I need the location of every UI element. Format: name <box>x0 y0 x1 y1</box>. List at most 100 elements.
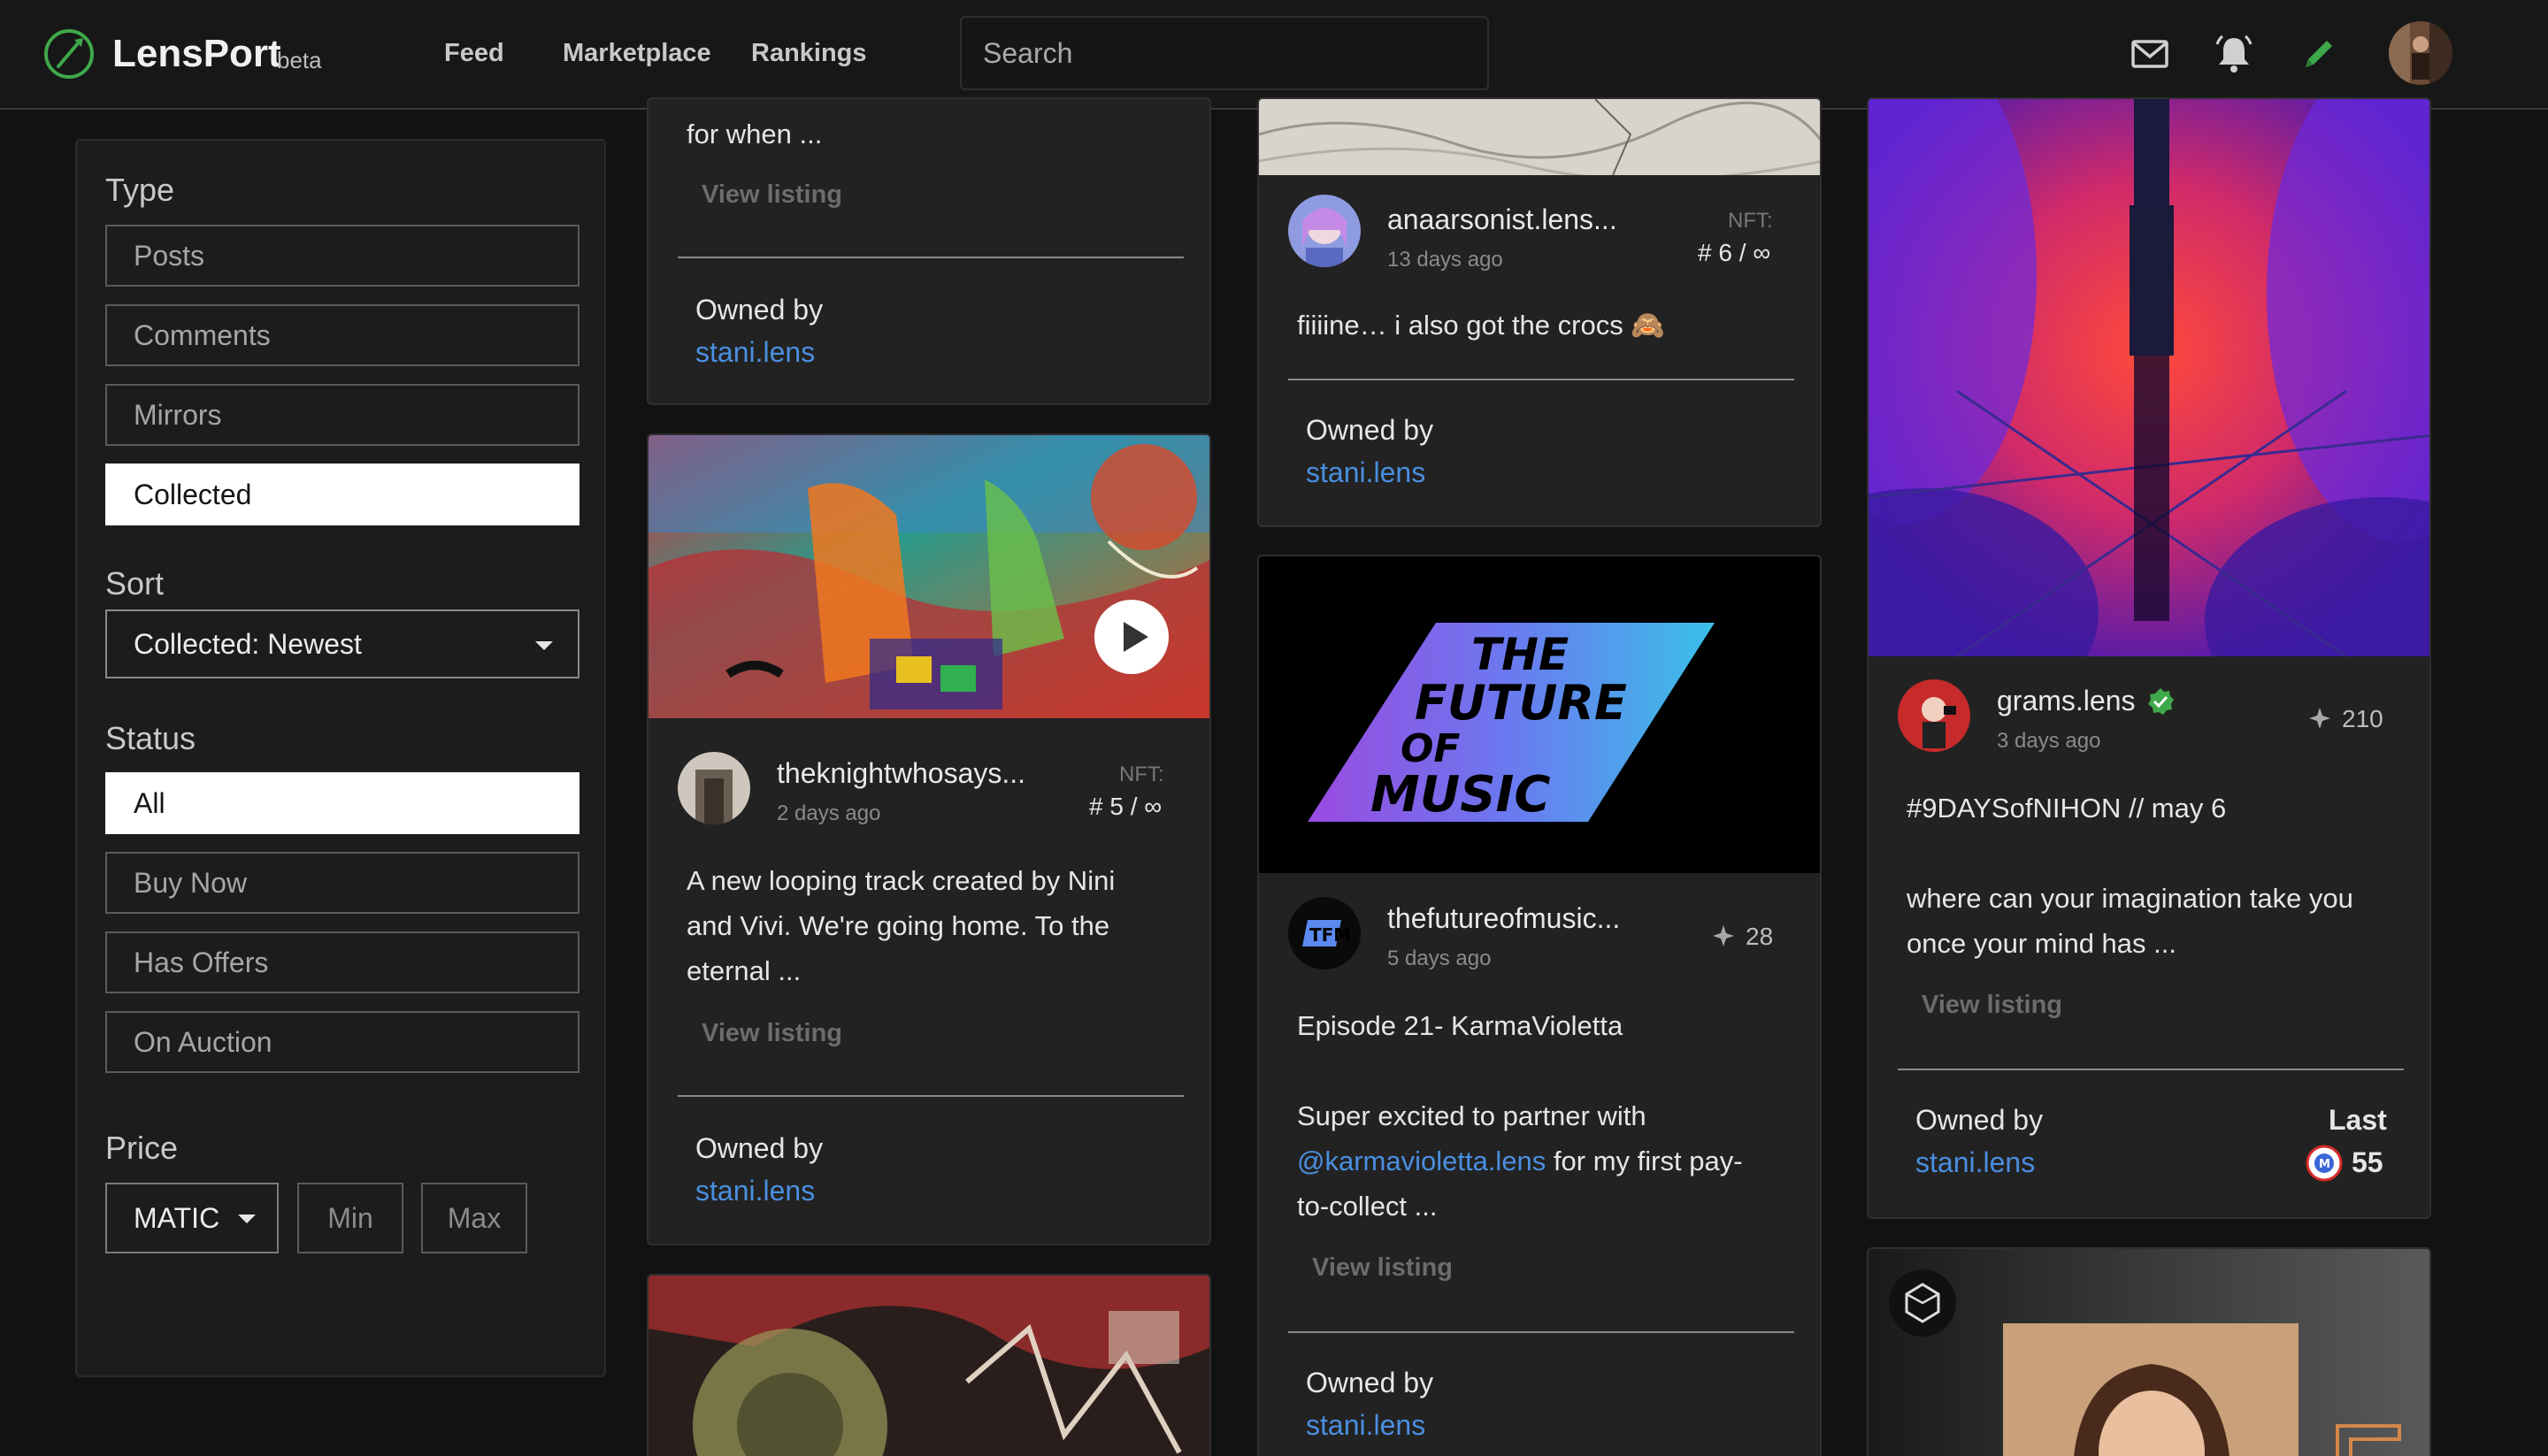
post-card[interactable] <box>1867 1247 2431 1456</box>
post-card[interactable]: anaarsonist.lens... 13 days ago NFT: # 6… <box>1257 97 1822 527</box>
art-text-the: THE <box>1471 629 1569 680</box>
filter-posts[interactable]: Posts <box>105 225 579 287</box>
sort-label: Sort <box>105 565 165 602</box>
chevron-down-icon <box>535 641 553 650</box>
sparkle-icon <box>2309 708 2330 729</box>
nft-label: NFT: <box>1119 762 1164 786</box>
filter-panel: Type Posts Comments Mirrors Collected So… <box>75 139 606 1377</box>
price-max-input[interactable]: Max <box>421 1183 527 1253</box>
post-time: 5 days ago <box>1387 946 1492 970</box>
author-name[interactable]: grams.lens <box>1997 685 2136 717</box>
pencil-icon[interactable] <box>2297 32 2341 76</box>
sparkle-icon <box>1713 925 1734 946</box>
nav-marketplace[interactable]: Marketplace <box>563 39 711 68</box>
matic-icon: M <box>2306 1145 2343 1182</box>
post-card[interactable] <box>647 1274 1211 1456</box>
divider <box>678 1095 1184 1097</box>
logo-icon[interactable] <box>42 27 96 80</box>
status-all[interactable]: All <box>105 772 579 834</box>
chevron-down-icon <box>238 1215 256 1223</box>
author-name[interactable]: thefutureofmusic... <box>1387 902 1620 935</box>
top-navbar: LensPort beta Feed Marketplace Rankings <box>0 0 2548 110</box>
divider <box>1288 379 1794 380</box>
post-card[interactable]: for when ... View listing Owned by stani… <box>647 97 1211 405</box>
type-label: Type <box>105 172 175 208</box>
post-time: 3 days ago <box>1997 729 2101 753</box>
author-avatar[interactable]: TFM <box>1288 897 1361 969</box>
divider <box>678 257 1184 258</box>
owned-by-label: Owned by <box>695 294 824 326</box>
author-avatar[interactable] <box>1898 679 1970 752</box>
post-title: #9DAYSofNIHON // may 6 <box>1907 793 2227 824</box>
status-has-offers[interactable]: Has Offers <box>105 931 579 993</box>
post-media[interactable] <box>1259 99 1820 175</box>
currency-select[interactable]: MATIC <box>105 1183 279 1253</box>
owner-link[interactable]: stani.lens <box>695 1175 815 1207</box>
art-text-music: MUSIC <box>1370 766 1550 824</box>
view-listing-link[interactable]: View listing <box>1922 991 2062 1020</box>
svg-text:TFM: TFM <box>1309 924 1351 946</box>
price-min-input[interactable]: Min <box>297 1183 403 1253</box>
status-on-auction[interactable]: On Auction <box>105 1011 579 1073</box>
last-price-value: 55 <box>2352 1146 2383 1178</box>
beta-badge: beta <box>277 47 322 73</box>
filter-comments[interactable]: Comments <box>105 304 579 366</box>
filter-mirrors[interactable]: Mirrors <box>105 384 579 446</box>
owner-link[interactable]: stani.lens <box>1306 1409 1425 1442</box>
user-avatar[interactable] <box>2389 21 2452 85</box>
verified-icon <box>2148 688 2174 715</box>
view-listing-link[interactable]: View listing <box>702 1019 842 1048</box>
search-input[interactable] <box>962 18 1487 88</box>
owned-by-label: Owned by <box>695 1132 824 1164</box>
author-name[interactable]: anaarsonist.lens... <box>1387 203 1617 236</box>
nft-edition: # 5 / ∞ <box>1089 793 1163 820</box>
owner-link[interactable]: stani.lens <box>695 336 815 369</box>
owned-by-label: Owned by <box>1915 1104 2044 1136</box>
last-price-label: Last <box>2329 1104 2387 1136</box>
post-media[interactable] <box>1869 99 2429 656</box>
post-media[interactable] <box>649 1276 1211 1456</box>
owner-link[interactable]: stani.lens <box>1306 456 1425 489</box>
art-text-of: OF <box>1401 726 1460 771</box>
hexagon-icon[interactable] <box>1888 1268 1957 1337</box>
play-icon[interactable] <box>1094 599 1170 675</box>
author-avatar[interactable] <box>1288 195 1361 267</box>
view-listing-link[interactable]: View listing <box>702 180 842 210</box>
post-body: fiiiine… i also got the crocs 🙈 <box>1297 310 1665 341</box>
owner-link[interactable]: stani.lens <box>1915 1146 2035 1179</box>
app-logo[interactable]: LensPort <box>112 32 281 76</box>
view-listing-link[interactable]: View listing <box>1312 1253 1453 1283</box>
filter-collected[interactable]: Collected <box>105 464 579 525</box>
divider <box>1898 1069 2404 1070</box>
collect-count: 28 <box>1746 923 1774 950</box>
status-buy-now[interactable]: Buy Now <box>105 852 579 914</box>
author-name[interactable]: theknightwhosays... <box>777 757 1025 790</box>
collect-count: 210 <box>2342 705 2383 732</box>
status-label: Status <box>105 720 196 756</box>
price-label: Price <box>105 1130 179 1166</box>
sort-value: Collected: Newest <box>134 628 362 660</box>
post-card[interactable]: THE FUTURE OF MUSIC TFM thefutureofmusic… <box>1257 555 1822 1456</box>
bell-icon[interactable] <box>2212 32 2256 76</box>
post-body: for when ... <box>687 119 823 149</box>
post-media[interactable]: THE FUTURE OF MUSIC <box>1259 556 1820 873</box>
post-card[interactable]: theknightwhosays... 2 days ago NFT: # 5 … <box>647 433 1211 1245</box>
owned-by-label: Owned by <box>1306 414 1434 446</box>
owned-by-label: Owned by <box>1306 1367 1434 1399</box>
author-avatar[interactable] <box>678 752 750 824</box>
post-time: 13 days ago <box>1387 248 1503 272</box>
nav-feed[interactable]: Feed <box>444 39 504 68</box>
post-media[interactable] <box>649 435 1209 718</box>
mention-link[interactable]: @karmavioletta.lens <box>1297 1146 1546 1176</box>
post-card[interactable]: grams.lens 3 days ago 210 #9DAYSofNIHON … <box>1867 97 2431 1219</box>
nft-label: NFT: <box>1728 209 1773 233</box>
sort-select[interactable]: Collected: Newest <box>105 609 579 678</box>
nav-rankings[interactable]: Rankings <box>751 39 867 68</box>
post-time: 2 days ago <box>777 801 881 825</box>
divider <box>1288 1331 1794 1333</box>
post-body: Super excited to partner with @karmaviol… <box>1297 1100 1743 1222</box>
search-box[interactable] <box>960 16 1489 90</box>
mail-icon[interactable] <box>2128 32 2172 76</box>
svg-text:M: M <box>2319 1158 2330 1171</box>
post-body: A new looping track created by Nini and … <box>687 865 1116 986</box>
